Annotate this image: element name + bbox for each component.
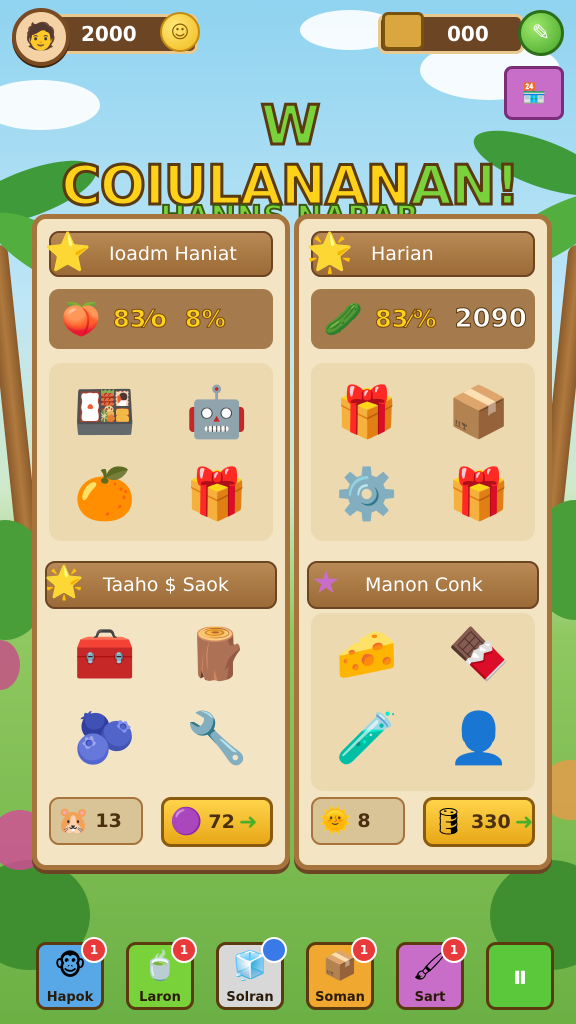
right-stat-bar: 🥒 83⁄% 2090 bbox=[311, 289, 535, 349]
grid-item[interactable]: 🧪 bbox=[329, 703, 405, 773]
badge-star-icon: 🌟 bbox=[306, 229, 354, 274]
top-bar: 2000 🧑 ☺ 000 ✎ bbox=[12, 8, 564, 66]
nav-button-solran[interactable]: 🧊 Solran bbox=[216, 937, 287, 1010]
leaf-icon: 🥒 bbox=[323, 300, 363, 338]
nav-label: Hapok bbox=[46, 990, 94, 1005]
sun-icon: 🌞 bbox=[319, 806, 352, 836]
left-stat-a: 83⁄o bbox=[113, 305, 168, 334]
sparkle-star-icon: 🌟 bbox=[44, 563, 84, 601]
right-footer-left-value: 8 bbox=[357, 810, 371, 832]
grid-item[interactable]: 👤 bbox=[441, 703, 517, 773]
grid-item[interactable]: 🎁 bbox=[179, 459, 255, 529]
nav-label: Soman bbox=[315, 990, 365, 1005]
gem-amount: 000 bbox=[447, 22, 489, 46]
grid-item[interactable]: ⚙️ bbox=[329, 459, 405, 529]
nav-label: Solran bbox=[226, 990, 274, 1005]
player-avatar[interactable]: 🧑 bbox=[12, 8, 70, 66]
nav-button-hapok[interactable]: 🐵 Hapok 1 bbox=[36, 937, 107, 1010]
right-buy-button[interactable]: 🛢 330 ➜ bbox=[423, 797, 535, 847]
grid-item[interactable]: 🔧 bbox=[179, 703, 255, 773]
left-footer-left-value: 13 bbox=[95, 810, 122, 832]
nav-button-sart[interactable]: 🖌 Sart 1 bbox=[396, 937, 467, 1010]
grid-item[interactable]: 🤖 bbox=[179, 377, 255, 447]
notification-badge: 1 bbox=[351, 937, 377, 963]
notification-badge: 1 bbox=[81, 937, 107, 963]
right-subsection-title: Manon Conk bbox=[365, 574, 483, 596]
grid-item[interactable]: 🍫 bbox=[441, 619, 517, 689]
right-item-grid-bottom: 🧀 🍫 🧪 👤 bbox=[311, 613, 535, 791]
notification-badge bbox=[261, 937, 287, 963]
right-buy-price: 330 bbox=[471, 811, 511, 833]
right-stat-a: 83⁄% bbox=[374, 305, 437, 334]
notification-badge: 1 bbox=[171, 937, 197, 963]
coin-icon: ☺ bbox=[160, 12, 200, 52]
grid-item[interactable]: 🫐 bbox=[67, 703, 143, 773]
grid-item[interactable]: 🍊 bbox=[67, 459, 143, 529]
right-subsection-header: ★ Manon Conk bbox=[307, 561, 539, 609]
arrow-right-icon: ➜ bbox=[238, 809, 258, 835]
left-footer-count: 🐹 13 bbox=[49, 797, 143, 845]
right-item-grid-top: 🎁 📦 ⚙️ 🎁 bbox=[311, 363, 535, 541]
star-icon: ⭐ bbox=[44, 229, 92, 274]
title-letter-w: W bbox=[259, 94, 322, 157]
grid-item[interactable]: 📦 bbox=[441, 377, 517, 447]
nav-button-soman[interactable]: 📦 Soman 1 bbox=[306, 937, 377, 1010]
right-panel-header: 🌟 Harian bbox=[306, 230, 535, 277]
right-panel-title: Harian bbox=[371, 243, 434, 265]
gem-icon: 🟣 bbox=[170, 807, 203, 837]
notification-badge: 1 bbox=[441, 937, 467, 963]
left-item-grid-top: 🍱 🤖 🍊 🎁 bbox=[49, 363, 273, 541]
right-footer-count: 🌞 8 bbox=[311, 797, 405, 845]
pause-button[interactable]: ⏸ bbox=[486, 942, 554, 1010]
left-panel-footer: 🐹 13 🟣 72 ➜ bbox=[49, 797, 273, 851]
left-stat-b: 8% bbox=[184, 305, 226, 334]
grid-item[interactable]: 🎁 bbox=[441, 459, 517, 529]
nav-button-laron[interactable]: 🍵 Laron 1 bbox=[126, 937, 197, 1010]
left-item-grid-bottom: 🧰 🪵 🫐 🔧 bbox=[49, 613, 273, 791]
right-stat-b: 2090 bbox=[454, 304, 527, 335]
right-panel-footer: 🌞 8 🛢 330 ➜ bbox=[311, 797, 535, 851]
character-icon: 🐹 bbox=[57, 806, 90, 836]
right-shop-panel: 🌟 Harian 🥒 83⁄% 2090 🎁 📦 ⚙️ 🎁 ★ Manon Co… bbox=[294, 214, 552, 870]
add-currency-button[interactable]: ✎ bbox=[518, 10, 564, 56]
grid-item[interactable]: 🪵 bbox=[179, 619, 255, 689]
grid-item[interactable]: 🎁 bbox=[329, 377, 405, 447]
left-shop-panel: ⭐ Ioadm Haniat 🍑 83⁄o 8% 🍱 🤖 🍊 🎁 🌟 Taaho… bbox=[32, 214, 290, 870]
treasure-chest-icon bbox=[382, 12, 424, 50]
left-panel-title: Ioadm Haniat bbox=[109, 243, 237, 265]
arrow-right-icon: ➜ bbox=[514, 809, 534, 835]
left-panel-header: ⭐ Ioadm Haniat bbox=[44, 230, 273, 277]
grid-item[interactable]: 🧀 bbox=[329, 619, 405, 689]
fruit-icon: 🍑 bbox=[61, 300, 101, 338]
grid-item[interactable]: 🧰 bbox=[67, 619, 143, 689]
left-subsection-header: 🌟 Taaho $ Saok bbox=[44, 561, 277, 609]
left-stat-bar: 🍑 83⁄o 8% bbox=[49, 289, 273, 349]
barrel-icon: 🛢 bbox=[432, 807, 466, 837]
nav-label: Laron bbox=[139, 990, 181, 1005]
grid-item[interactable]: 🍱 bbox=[67, 377, 143, 447]
title-suffix: AN! bbox=[409, 154, 522, 217]
left-buy-price: 72 bbox=[208, 811, 235, 833]
left-subsection-title: Taaho $ Saok bbox=[103, 574, 229, 596]
nav-label: Sart bbox=[414, 990, 446, 1005]
coin-amount: 2000 bbox=[81, 22, 137, 46]
pause-icon: ⏸ bbox=[511, 956, 528, 995]
pink-star-icon: ★ bbox=[311, 563, 341, 601]
left-buy-button[interactable]: 🟣 72 ➜ bbox=[161, 797, 273, 847]
